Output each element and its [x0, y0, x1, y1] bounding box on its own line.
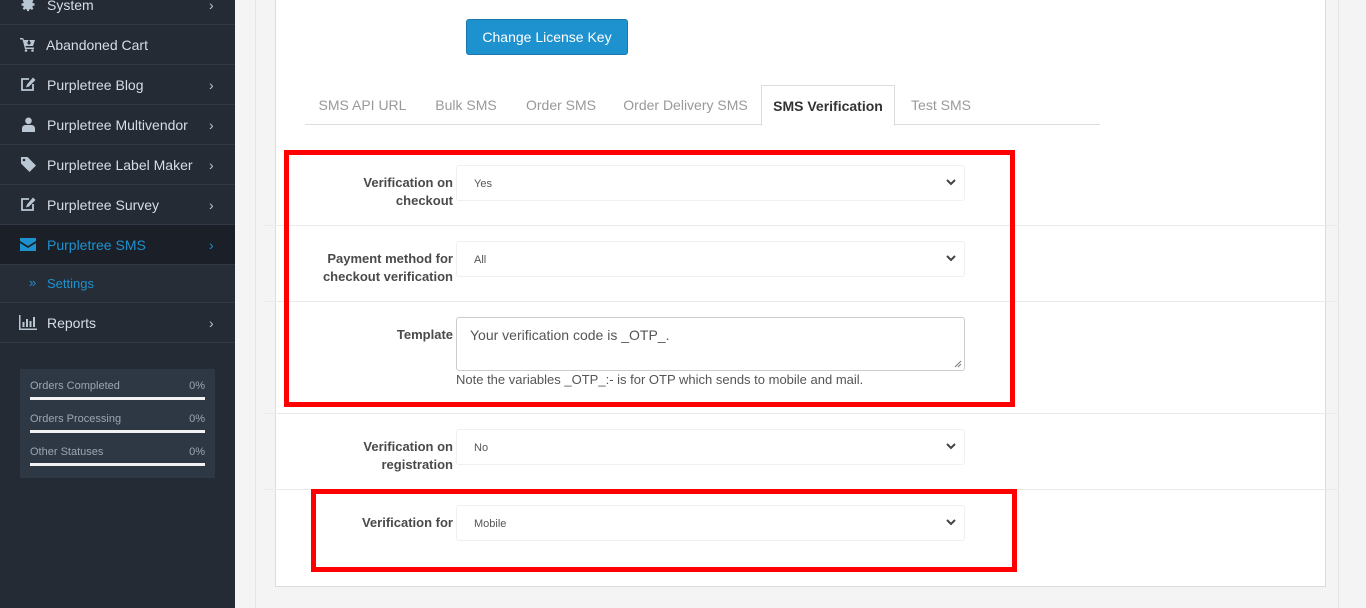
stat-value: 0%: [189, 413, 205, 425]
sidebar-item-purpletree-blog[interactable]: Purpletree Blog ›: [0, 65, 235, 105]
form-divider: [263, 489, 1339, 490]
gear-icon: [19, 0, 37, 14]
progress-bar: [30, 463, 205, 466]
chevron-right-icon: ›: [209, 236, 214, 253]
template-textarea[interactable]: Your verification code is _OTP_.: [456, 317, 965, 371]
verification-for-label: Verification for: [361, 515, 453, 530]
checkout-verification-select[interactable]: Yes: [456, 165, 965, 201]
change-license-key-button[interactable]: Change License Key: [466, 19, 628, 55]
sidebar-item-label: Reports: [47, 314, 97, 331]
stat-other-statuses: Other Statuses 0%: [30, 446, 205, 466]
form-divider: [263, 225, 1339, 226]
template-help-text: Note the variables _OTP_:- is for OTP wh…: [456, 372, 864, 387]
chevron-right-icon: ›: [209, 0, 214, 13]
stat-label: Orders Processing: [30, 413, 122, 425]
stat-value: 0%: [189, 380, 205, 392]
payment-method-label: Payment method for checkout verification: [323, 250, 453, 286]
selected-value: All: [474, 254, 487, 266]
sidebar-item-label: Purpletree Multivendor: [47, 116, 188, 133]
tab-order-sms[interactable]: Order SMS: [512, 85, 610, 125]
double-chevron-right-icon: »: [29, 275, 37, 290]
tab-test-sms[interactable]: Test SMS: [895, 85, 987, 125]
progress-bar: [30, 397, 205, 400]
stat-value: 0%: [189, 446, 205, 458]
label-line: registration: [381, 457, 453, 472]
sidebar-item-purpletree-survey[interactable]: Purpletree Survey ›: [0, 185, 235, 225]
stat-orders-completed: Orders Completed 0%: [30, 380, 205, 400]
template-text: Your verification code is _OTP_.: [470, 327, 670, 343]
selected-value: No: [474, 442, 489, 454]
tab-sms-api-url[interactable]: SMS API URL: [305, 85, 420, 125]
selected-value: Mobile: [474, 518, 507, 530]
registration-verification-label: Verification on registration: [363, 438, 453, 474]
checkout-verification-label: Verification on checkout: [363, 174, 453, 210]
sidebar-item-purpletree-label-maker[interactable]: Purpletree Label Maker ›: [0, 145, 235, 185]
chevron-right-icon: ›: [209, 76, 214, 93]
stat-label: Orders Completed: [30, 380, 120, 392]
template-label: Template: [396, 327, 453, 342]
sidebar-item-system[interactable]: System ›: [0, 0, 235, 25]
selected-value: Yes: [474, 178, 492, 190]
chevron-down-icon: [946, 255, 956, 262]
sidebar-item-label: System: [47, 0, 94, 13]
chevron-down-icon: [946, 519, 956, 526]
order-stats-panel: Orders Completed 0% Orders Processing 0%…: [20, 369, 215, 478]
sidebar-item-reports[interactable]: Reports ›: [0, 303, 235, 343]
chevron-right-icon: ›: [209, 196, 214, 213]
payment-method-select[interactable]: All: [456, 241, 965, 277]
sidebar-item-label: Purpletree Blog: [47, 76, 144, 93]
tab-order-delivery-sms[interactable]: Order Delivery SMS: [610, 85, 761, 125]
sidebar-subitem-label: Settings: [47, 276, 94, 291]
resize-handle-icon[interactable]: [954, 360, 962, 368]
tab-bulk-sms[interactable]: Bulk SMS: [420, 85, 512, 125]
chevron-down-icon: [946, 179, 956, 186]
chevron-right-icon: ›: [209, 156, 214, 173]
sidebar-subitem-settings[interactable]: » Settings: [0, 265, 235, 303]
label-line: checkout verification: [322, 269, 453, 284]
label-line: Verification on: [363, 175, 453, 190]
user-icon: [19, 116, 37, 134]
envelope-icon: [19, 236, 37, 254]
chevron-right-icon: ›: [209, 314, 214, 331]
settings-tabs: SMS API URL Bulk SMS Order SMS Order Del…: [305, 85, 1100, 126]
label-line: Verification on: [363, 439, 453, 454]
registration-verification-select[interactable]: No: [456, 429, 965, 465]
bar-chart-icon: [19, 314, 37, 332]
sidebar: System › Abandoned Cart Purpletree Blog …: [0, 0, 235, 608]
verification-for-select[interactable]: Mobile: [456, 505, 965, 541]
sidebar-item-purpletree-sms[interactable]: Purpletree SMS ›: [0, 225, 235, 265]
sidebar-item-label: Purpletree Label Maker: [47, 156, 193, 173]
edit-icon: [19, 76, 37, 94]
sidebar-item-label: Purpletree Survey: [47, 196, 160, 213]
progress-bar: [30, 430, 205, 433]
label-line: Payment method for: [327, 251, 453, 266]
chevron-down-icon: [946, 443, 956, 450]
sidebar-item-abandoned-cart[interactable]: Abandoned Cart: [0, 25, 235, 65]
form-divider: [263, 301, 1339, 302]
form-divider: [263, 413, 1339, 414]
stat-orders-processing: Orders Processing 0%: [30, 413, 205, 433]
edit-icon: [19, 196, 37, 214]
label-line: checkout: [395, 193, 453, 208]
sidebar-item-purpletree-multivendor[interactable]: Purpletree Multivendor ›: [0, 105, 235, 145]
stat-label: Other Statuses: [30, 446, 104, 458]
chevron-right-icon: ›: [209, 116, 214, 133]
cart-icon: [19, 36, 37, 54]
sidebar-item-label: Abandoned Cart: [46, 36, 148, 53]
tab-sms-verification[interactable]: SMS Verification: [761, 85, 895, 126]
tag-icon: [19, 156, 37, 174]
sidebar-item-label: Purpletree SMS: [47, 236, 146, 253]
